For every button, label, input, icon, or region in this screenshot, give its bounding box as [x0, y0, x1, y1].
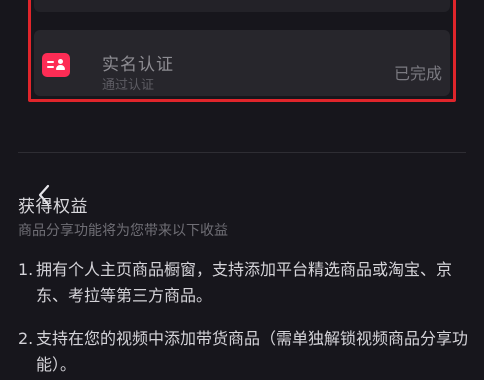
divider: [18, 152, 466, 153]
benefit-item: 2. 支持在您的视频中添加带货商品（需单独解锁视频商品分享功能）。: [18, 326, 478, 378]
benefit-text: 拥有个人主页商品橱窗，支持添加平台精选商品或淘宝、京东、考拉等第三方商品。: [36, 260, 453, 305]
benefit-number: 2.: [18, 329, 34, 348]
page: 实名认证 通过认证 已完成 获得权益 商品分享功能将为您带来以下收益 1. 拥有…: [0, 0, 484, 380]
benefits-subtitle: 商品分享功能将为您带来以下收益: [18, 223, 228, 239]
benefit-number: 1.: [18, 260, 34, 279]
highlight-frame: [28, 0, 456, 102]
benefits-title: 获得权益: [18, 197, 88, 217]
benefit-item: 1. 拥有个人主页商品橱窗，支持添加平台精选商品或淘宝、京东、考拉等第三方商品。: [18, 257, 478, 309]
benefit-text: 支持在您的视频中添加带货商品（需单独解锁视频商品分享功能）。: [36, 329, 469, 374]
